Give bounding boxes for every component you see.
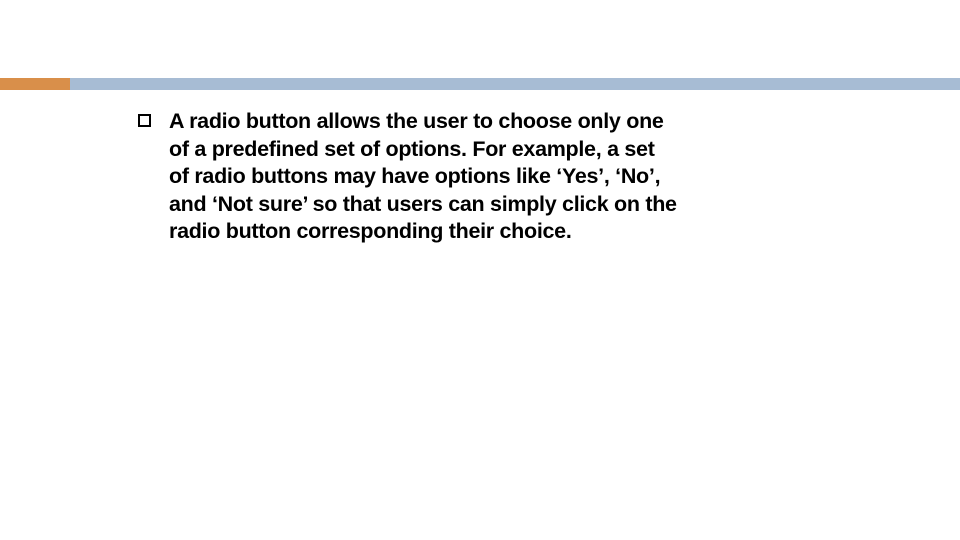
slide-content: A radio button allows the user to choose… (138, 108, 678, 246)
header-accent-block (0, 78, 70, 90)
square-bullet-icon (138, 114, 151, 127)
body-text: A radio button allows the user to choose… (169, 108, 678, 246)
header-main-block (70, 78, 960, 90)
bullet-item: A radio button allows the user to choose… (138, 108, 678, 246)
header-bar (0, 78, 960, 90)
